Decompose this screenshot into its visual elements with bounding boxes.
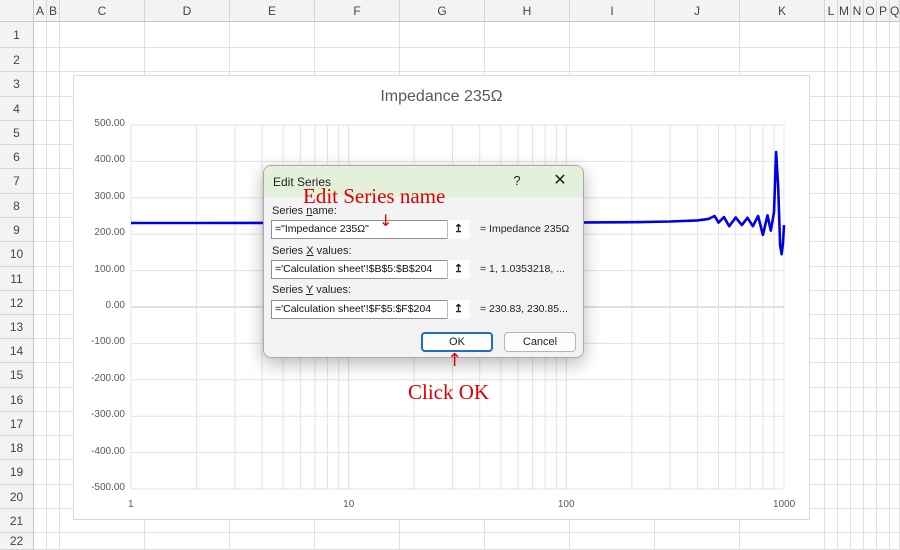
gridline — [863, 22, 864, 550]
y-tick-label: 500.00 — [94, 118, 125, 129]
column-header-j[interactable]: J — [655, 0, 740, 22]
series-y-label: Series Y values: — [272, 284, 352, 296]
column-header-d[interactable]: D — [145, 0, 230, 22]
gridline — [837, 22, 838, 550]
gridline — [46, 22, 47, 550]
row-header-14[interactable]: 14 — [0, 339, 34, 363]
y-tick-label: 100.00 — [94, 263, 125, 275]
select-all-corner[interactable] — [0, 0, 34, 22]
column-header-k[interactable]: K — [740, 0, 825, 22]
column-header-e[interactable]: E — [230, 0, 315, 22]
y-tick-label: -100.00 — [91, 336, 125, 348]
row-header-19[interactable]: 19 — [0, 460, 34, 485]
row-header-18[interactable]: 18 — [0, 436, 34, 460]
gridline — [34, 47, 900, 48]
column-header-a[interactable]: A — [34, 0, 47, 22]
column-header-l[interactable]: L — [825, 0, 838, 22]
row-header-13[interactable]: 13 — [0, 315, 34, 339]
column-header-o[interactable]: O — [864, 0, 877, 22]
row-header-6[interactable]: 6 — [0, 145, 34, 169]
row-header-8[interactable]: 8 — [0, 194, 34, 218]
gridline — [34, 71, 900, 72]
x-tick-label: 1000 — [773, 499, 796, 510]
row-header-4[interactable]: 4 — [0, 97, 34, 121]
row-header-15[interactable]: 15 — [0, 363, 34, 388]
series-x-label: Series X values: — [272, 245, 352, 257]
x-tick-label: 100 — [557, 499, 575, 510]
x-tick-label: 1 — [128, 499, 134, 510]
row-header-17[interactable]: 17 — [0, 412, 34, 436]
series-y-preview: = 230.83, 230.85... — [480, 303, 568, 315]
row-header-7[interactable]: 7 — [0, 169, 34, 194]
column-header-b[interactable]: B — [47, 0, 60, 22]
annotation-click-ok: Click OK — [408, 380, 490, 404]
y-tick-label: 400.00 — [94, 154, 125, 166]
row-header-10[interactable]: 10 — [0, 242, 34, 267]
column-header-i[interactable]: I — [570, 0, 655, 22]
gridline — [34, 532, 900, 533]
series-name-input[interactable]: ="Impedance 235Ω" — [271, 220, 469, 239]
column-header-c[interactable]: C — [60, 0, 145, 22]
y-tick-label: -400.00 — [91, 445, 125, 457]
cancel-button[interactable]: Cancel — [504, 332, 576, 352]
row-header-16[interactable]: 16 — [0, 388, 34, 412]
x-tick-label: 10 — [343, 499, 355, 510]
annotation-edit-series-name: Edit Series name — [303, 184, 446, 208]
ok-button[interactable]: OK — [421, 332, 493, 352]
row-header-2[interactable]: 2 — [0, 48, 34, 72]
row-header-12[interactable]: 12 — [0, 291, 34, 315]
collapse-dialog-icon: ↥ — [453, 263, 464, 275]
y-tick-label: 200.00 — [94, 227, 125, 239]
series-y-input[interactable]: ='Calculation sheet'!$F$5:$F$204 — [271, 300, 469, 319]
row-header-9[interactable]: 9 — [0, 218, 34, 242]
series-x-preview: = 1, 1.0353218, ... — [480, 263, 565, 275]
gridline — [824, 22, 825, 550]
row-header-11[interactable]: 11 — [0, 267, 34, 291]
down-arrow-icon: ↓ — [379, 211, 393, 230]
row-header-1[interactable]: 1 — [0, 22, 34, 48]
column-header-f[interactable]: F — [315, 0, 400, 22]
y-tick-label: 0.00 — [105, 300, 125, 311]
column-header-n[interactable]: N — [851, 0, 864, 22]
column-header-m[interactable]: M — [838, 0, 851, 22]
row-header-22[interactable]: 22 — [0, 533, 34, 550]
gridline — [59, 22, 60, 550]
y-tick-label: -200.00 — [91, 372, 125, 384]
row-header-3[interactable]: 3 — [0, 72, 34, 97]
column-header-q[interactable]: Q — [890, 0, 900, 22]
help-button[interactable]: ? — [508, 172, 526, 190]
series-name-preview: = Impedance 235Ω — [480, 223, 570, 235]
collapse-dialog-icon: ↥ — [453, 303, 464, 315]
y-tick-label: -300.00 — [91, 409, 125, 421]
row-header-5[interactable]: 5 — [0, 121, 34, 145]
gridline — [876, 22, 877, 550]
column-header-h[interactable]: H — [485, 0, 570, 22]
gridline — [850, 22, 851, 550]
row-header-20[interactable]: 20 — [0, 485, 34, 509]
series-name-ref-button[interactable]: ↥ — [447, 220, 469, 239]
up-arrow-icon: ↑ — [447, 350, 463, 371]
row-header-21[interactable]: 21 — [0, 509, 34, 533]
series-x-input[interactable]: ='Calculation sheet'!$B$5:$B$204 — [271, 260, 469, 279]
column-header-g[interactable]: G — [400, 0, 485, 22]
series-y-ref-button[interactable]: ↥ — [447, 300, 469, 319]
y-tick-label: -500.00 — [91, 482, 125, 493]
close-button[interactable]: ✕ — [550, 171, 570, 191]
gridline — [889, 22, 890, 550]
column-header-p[interactable]: P — [877, 0, 890, 22]
y-tick-label: 300.00 — [94, 190, 125, 202]
collapse-dialog-icon: ↥ — [453, 223, 464, 235]
series-x-ref-button[interactable]: ↥ — [447, 260, 469, 279]
